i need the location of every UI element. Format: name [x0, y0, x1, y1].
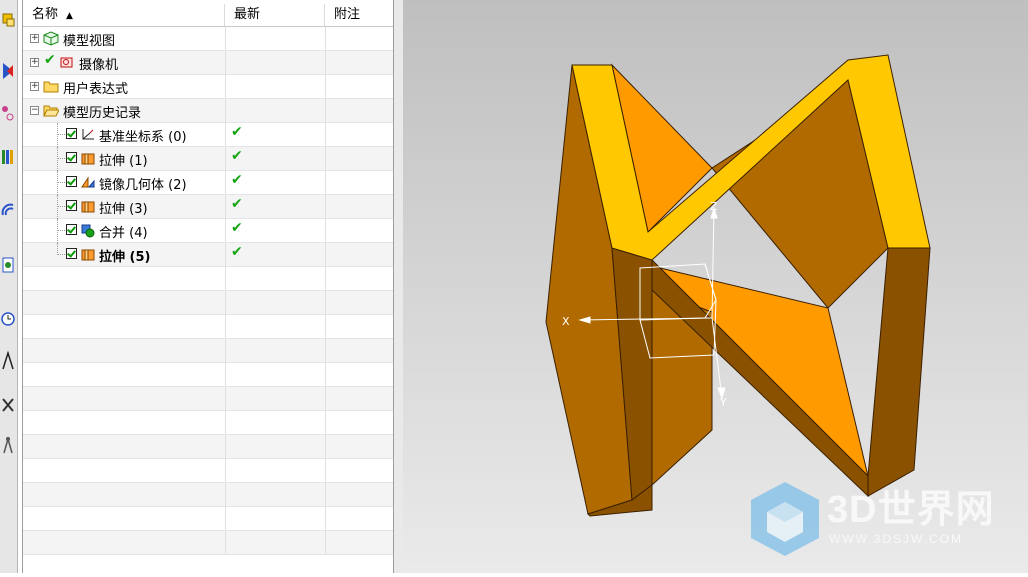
tree-node-user-expressions[interactable]: + 用户表达式 — [23, 75, 394, 99]
visibility-checkbox[interactable] — [66, 200, 77, 211]
empty-row — [23, 387, 394, 411]
column-comment[interactable]: 附注 — [325, 4, 394, 26]
measure-icon[interactable] — [0, 348, 16, 374]
up-to-date-icon: ✔ — [231, 124, 243, 140]
watermark-title: 3D世界网 — [827, 489, 995, 531]
up-to-date-icon: ✔ — [231, 172, 243, 188]
feature-mirror-geometry[interactable]: 镜像几何体 (2) ✔ — [23, 171, 394, 195]
up-to-date-icon: ✔ — [231, 244, 243, 260]
assembly-icon[interactable] — [0, 6, 16, 32]
up-to-date-icon: ✔ — [231, 220, 243, 236]
history-icon[interactable] — [0, 252, 16, 278]
up-to-date-icon: ✔ — [231, 148, 243, 164]
right-dark-face — [867, 247, 931, 497]
tree-node-label: 拉伸 (1) — [99, 154, 148, 169]
feature-extrude-1[interactable]: 拉伸 (1) ✔ — [23, 147, 394, 171]
up-to-date-icon: ✔ — [231, 196, 243, 212]
visibility-checkbox[interactable] — [66, 128, 77, 139]
empty-row — [23, 531, 394, 555]
feature-unite[interactable]: 合并 (4) ✔ — [23, 219, 394, 243]
extrude-icon — [81, 249, 95, 261]
tree-node-label: 模型历史记录 — [63, 106, 142, 121]
part-navigator: 名称 ▲ 最新 附注 + 模型视图 + ✔ 摄像机 + 用户表达式 − 模型历史… — [22, 0, 394, 573]
visibility-checkbox[interactable] — [66, 176, 77, 187]
watermark-url: WWW.3DSJW.COM — [829, 532, 963, 546]
expand-icon[interactable]: + — [30, 82, 39, 91]
column-name[interactable]: 名称 ▲ — [23, 4, 225, 26]
empty-row — [23, 411, 394, 435]
expand-icon[interactable]: + — [30, 34, 39, 43]
roles-icon[interactable] — [0, 432, 16, 458]
empty-row — [23, 483, 394, 507]
column-latest[interactable]: 最新 — [225, 4, 325, 26]
tree-node-model-history[interactable]: − 模型历史记录 — [23, 99, 394, 123]
datum-csys-icon — [82, 129, 94, 140]
watermark: 3D世界网 WWW.3DSJW.COM — [745, 478, 1025, 558]
tree-node-label: 拉伸 (5) — [99, 250, 151, 265]
tree-node-label: 模型视图 — [63, 34, 116, 49]
visibility-checkbox[interactable] — [66, 248, 77, 259]
feature-extrude-3[interactable]: 拉伸 (3) ✔ — [23, 195, 394, 219]
watermark-logo-icon — [751, 482, 819, 556]
tree-node-cameras[interactable]: + ✔ 摄像机 — [23, 51, 394, 75]
visibility-checkbox[interactable] — [66, 224, 77, 235]
tree-node-label: 合并 (4) — [99, 226, 148, 241]
z-axis-label: Z — [710, 200, 718, 213]
tree-node-label: 镜像几何体 (2) — [99, 178, 187, 193]
open-folder-icon — [43, 105, 59, 117]
check-mark-icon: ✔ — [44, 52, 56, 68]
empty-row — [23, 291, 394, 315]
tree-node-label: 拉伸 (3) — [99, 202, 148, 217]
column-latest-label: 最新 — [234, 7, 261, 22]
tree-node-model-views[interactable]: + 模型视图 — [23, 27, 394, 51]
part-icon[interactable] — [0, 100, 16, 126]
empty-row — [23, 315, 394, 339]
camera-icon — [60, 57, 73, 68]
feature-datum-csys[interactable]: 基准坐标系 (0) ✔ — [23, 123, 394, 147]
empty-row — [23, 435, 394, 459]
extrude-icon — [81, 201, 95, 213]
tree-node-label: 基准坐标系 (0) — [99, 130, 187, 145]
web-icon[interactable] — [0, 196, 16, 222]
empty-row — [23, 363, 394, 387]
sort-ascending-icon: ▲ — [66, 11, 73, 21]
feature-extrude-5[interactable]: 拉伸 (5) ✔ — [23, 243, 394, 267]
model-views-icon — [43, 31, 59, 46]
visibility-checkbox[interactable] — [66, 152, 77, 163]
bookshelf-icon[interactable] — [0, 144, 16, 170]
empty-row — [23, 459, 394, 483]
mirror-geometry-icon — [81, 176, 95, 188]
tree-node-label: 用户表达式 — [63, 82, 129, 97]
tools-icon[interactable] — [0, 392, 16, 418]
column-comment-label: 附注 — [334, 7, 361, 22]
empty-row — [23, 507, 394, 531]
unite-icon — [81, 224, 95, 238]
y-axis-label: Y — [719, 396, 727, 409]
empty-row — [23, 267, 394, 291]
expand-icon[interactable]: + — [30, 58, 39, 67]
x-axis-label: X — [562, 315, 570, 328]
clock-icon[interactable] — [0, 306, 16, 332]
empty-row — [23, 339, 394, 363]
folder-icon — [43, 81, 59, 93]
tree-node-label: 摄像机 — [79, 58, 119, 73]
resource-bar — [0, 0, 18, 573]
extrude-icon — [81, 153, 95, 165]
collapse-icon[interactable]: − — [30, 106, 39, 115]
column-header: 名称 ▲ 最新 附注 — [23, 4, 394, 27]
column-name-label: 名称 — [32, 7, 59, 22]
constraint-icon[interactable] — [0, 58, 16, 84]
